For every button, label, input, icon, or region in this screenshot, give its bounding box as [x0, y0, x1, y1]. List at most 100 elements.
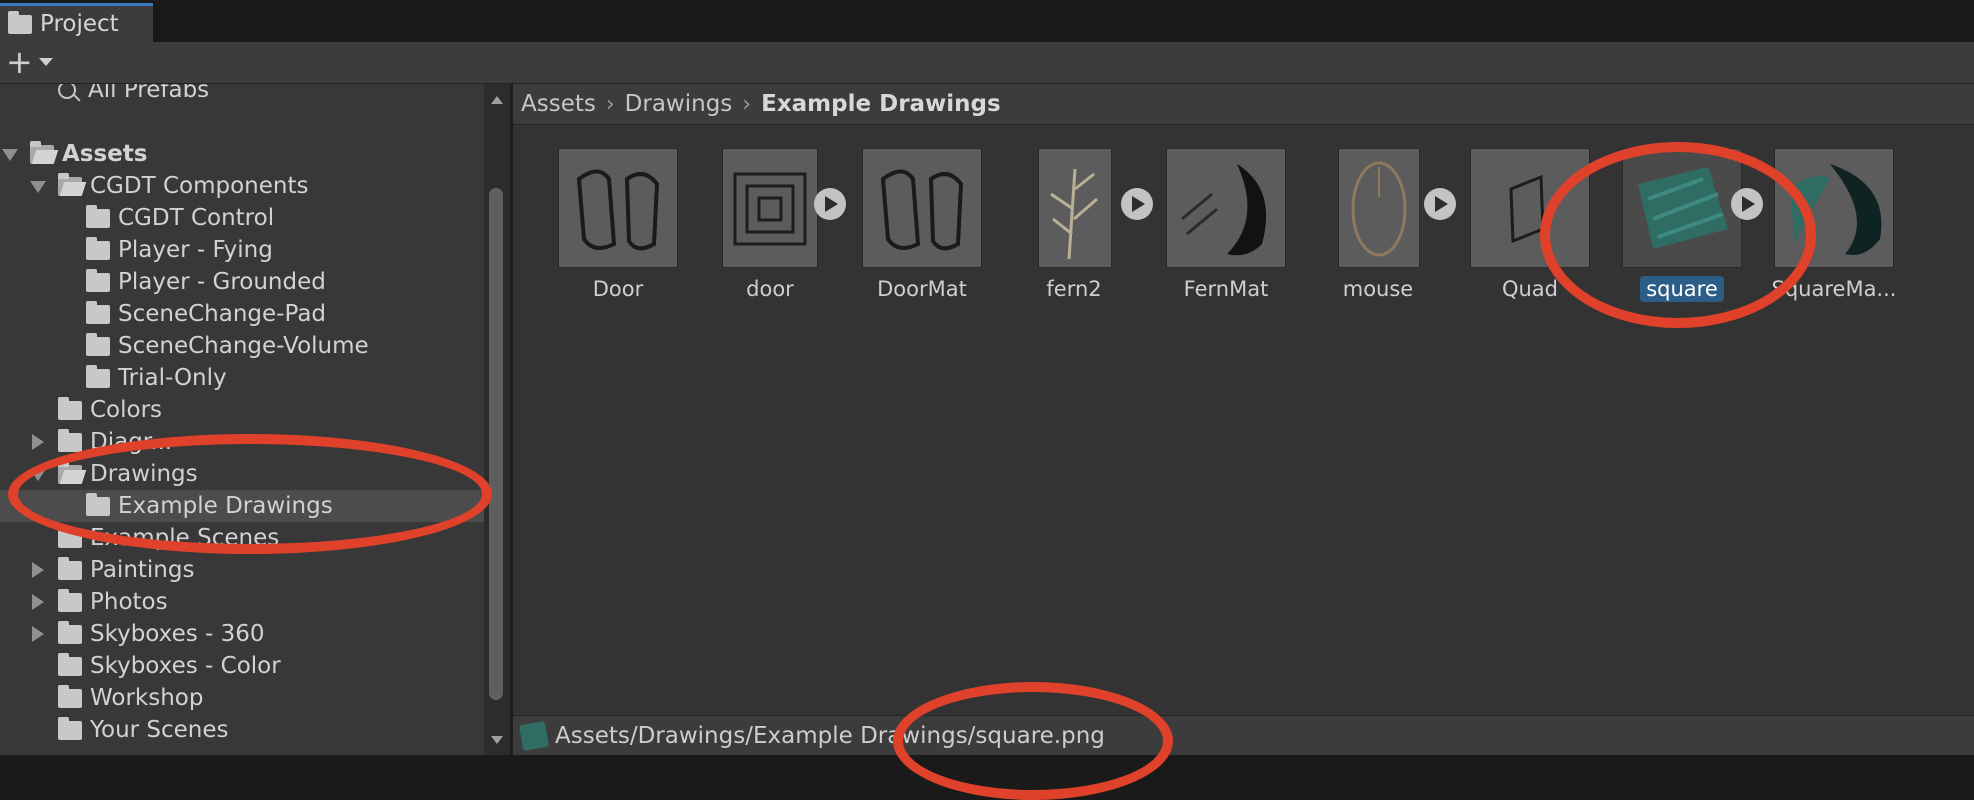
folder-icon: [58, 428, 82, 452]
fern-texture-icon: [1050, 168, 1098, 260]
folder-open-icon: [58, 460, 82, 484]
expand-play-icon[interactable]: [1121, 188, 1153, 220]
folder-open-icon: [30, 140, 54, 164]
folder-icon: [58, 588, 82, 612]
tab-strip: Project: [0, 0, 1974, 42]
plus-icon: +: [6, 43, 33, 81]
tree-item-cgdt-components[interactable]: CGDT Components: [0, 170, 484, 202]
texture-thumbnail: [1038, 148, 1112, 268]
tree-item-assets[interactable]: Assets: [0, 138, 484, 170]
folder-icon: [8, 10, 32, 34]
tree-item-scenechange-volume[interactable]: SceneChange-Volume: [0, 330, 484, 362]
asset-label: door: [746, 277, 794, 301]
asset-label: FernMat: [1183, 277, 1269, 301]
tree-item-workshop[interactable]: Workshop: [0, 682, 484, 714]
folder-icon: [86, 364, 110, 388]
tree-scrollbar[interactable]: [484, 84, 510, 755]
tree-item-drawings[interactable]: Drawings: [0, 458, 484, 490]
folder-icon: [58, 716, 82, 740]
tab-project[interactable]: Project: [0, 3, 153, 42]
chevron-right-icon: ›: [742, 91, 752, 117]
texture-thumbnail: [1622, 148, 1742, 268]
folder-icon: [86, 204, 110, 228]
tree-item-example-scenes[interactable]: Example Scenes: [0, 522, 484, 554]
folder-icon: [58, 652, 82, 676]
expand-play-icon[interactable]: [814, 188, 846, 220]
mouse-texture-icon: [1351, 161, 1407, 257]
door-texture-icon: [733, 172, 807, 246]
folder-icon: [86, 492, 110, 516]
breadcrumb: Assets › Drawings › Example Drawings: [513, 84, 1974, 125]
chevron-right-icon: ›: [605, 91, 615, 117]
asset-path: Assets/Drawings/Example Drawings/square.…: [555, 723, 1105, 749]
folder-icon: [58, 524, 82, 548]
door-drawing-icon: [576, 169, 660, 251]
expand-play-icon[interactable]: [1424, 188, 1456, 220]
folder-icon: [58, 396, 82, 420]
folder-icon: [86, 236, 110, 260]
tree-item-all-prefabs[interactable]: All Prefabs: [0, 84, 484, 106]
tree-item-diagrams[interactable]: Diagr...: [0, 426, 484, 458]
tree-item-cgdt-control[interactable]: CGDT Control: [0, 202, 484, 234]
search-icon: [58, 84, 76, 99]
asset-label: Door: [592, 277, 644, 301]
chevron-right-icon[interactable]: [32, 434, 44, 450]
chevron-right-icon[interactable]: [32, 562, 44, 578]
chevron-down-icon[interactable]: [2, 149, 18, 161]
scroll-down-icon[interactable]: [491, 736, 503, 744]
asset-label: mouse: [1342, 277, 1414, 301]
chevron-down-icon[interactable]: [30, 181, 46, 193]
tree-item-skyboxes-360[interactable]: Skyboxes - 360: [0, 618, 484, 650]
chevron-down-icon: [38, 58, 53, 66]
tree-item-your-scenes[interactable]: Your Scenes: [0, 714, 484, 746]
folder-tree: All Prefabs Assets CGDT Components CGDT …: [0, 84, 484, 755]
asset-path-bar: Assets/Drawings/Example Drawings/square.…: [513, 715, 1974, 756]
material-thumbnail: [1470, 148, 1590, 268]
square-material-icon: [1790, 164, 1882, 255]
breadcrumb-assets[interactable]: Assets: [521, 91, 596, 117]
texture-thumbnail: [1338, 148, 1420, 268]
material-thumbnail: [862, 148, 982, 268]
chevron-right-icon[interactable]: [32, 594, 44, 610]
asset-label: fern2: [1046, 277, 1102, 301]
texture-thumbnail: [722, 148, 818, 268]
create-button[interactable]: +: [6, 46, 60, 78]
tab-project-label: Project: [40, 11, 119, 37]
tree-item-colors[interactable]: Colors: [0, 394, 484, 426]
folder-icon: [86, 332, 110, 356]
asset-label: SquareMa...: [1771, 277, 1897, 301]
asset-label: Quad: [1501, 277, 1559, 301]
asset-grid: Door door DoorMat fern2 FernMat mouse Qu…: [513, 125, 1974, 715]
tree-item-paintings[interactable]: Paintings: [0, 554, 484, 586]
folder-icon: [58, 684, 82, 708]
asset-label: DoorMat: [877, 277, 967, 301]
folder-icon: [86, 268, 110, 292]
tree-item-skyboxes-color[interactable]: Skyboxes - Color: [0, 650, 484, 682]
fern-material-icon: [1181, 164, 1267, 256]
folder-icon: [58, 620, 82, 644]
chevron-down-icon[interactable]: [30, 469, 46, 481]
quad-drawing-icon: [1509, 174, 1545, 244]
texture-mini-icon: [518, 720, 550, 752]
tree-item-example-drawings[interactable]: Example Drawings: [0, 490, 484, 522]
tree-item-trial-only[interactable]: Trial-Only: [0, 362, 484, 394]
expand-play-icon[interactable]: [1731, 188, 1763, 220]
bottom-bar: [0, 755, 1974, 800]
material-thumbnail: [1774, 148, 1894, 268]
breadcrumb-drawings[interactable]: Drawings: [625, 91, 733, 117]
material-thumbnail: [1166, 148, 1286, 268]
tree-item-player-fying[interactable]: Player - Fying: [0, 234, 484, 266]
tree-item-scenechange-pad[interactable]: SceneChange-Pad: [0, 298, 484, 330]
folder-icon: [58, 556, 82, 580]
scrollbar-thumb[interactable]: [489, 188, 503, 700]
folder-icon: [86, 300, 110, 324]
breadcrumb-example-drawings[interactable]: Example Drawings: [761, 91, 1001, 117]
asset-label-selected: square: [1640, 276, 1724, 302]
tree-item-player-grounded[interactable]: Player - Grounded: [0, 266, 484, 298]
tree-item-photos[interactable]: Photos: [0, 586, 484, 618]
scroll-up-icon[interactable]: [491, 96, 503, 104]
square-texture-icon: [1638, 167, 1728, 249]
project-toolbar: +: [0, 42, 1974, 84]
material-thumbnail: [558, 148, 678, 268]
chevron-right-icon[interactable]: [32, 626, 44, 642]
